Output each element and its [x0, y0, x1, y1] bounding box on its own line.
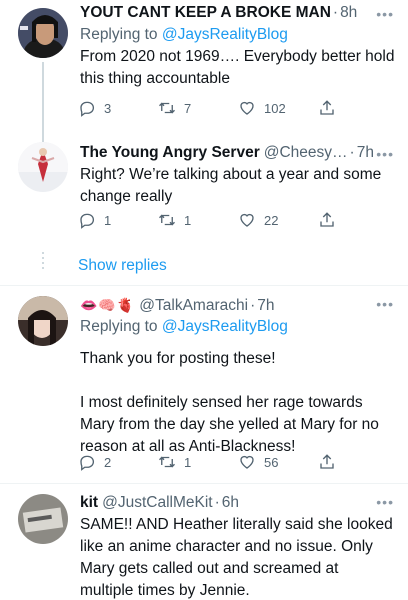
reply-button[interactable]: 3: [78, 98, 158, 118]
tweet-paragraph: I most definitely sensed her rage toward…: [80, 394, 379, 455]
tweet-text: Right? We’re talking about a year and so…: [80, 164, 396, 208]
tweet-paragraph: From 2020 not 1969…. Everybody better ho…: [80, 48, 395, 87]
tweet-header: 👄🧠🫀 @TalkAmarachi · 7h: [80, 294, 396, 316]
action-bar: 2 1 56: [78, 452, 348, 472]
reply-button[interactable]: 2: [78, 452, 158, 472]
retweet-icon: [159, 456, 175, 468]
retweet-count: 1: [184, 454, 192, 470]
tweet-header: kit @JustCallMeKit · 6h: [80, 492, 396, 514]
tweet-2[interactable]: The Young Angry Server @Cheesy… · 7h Rig…: [0, 140, 408, 280]
retweet-button[interactable]: 7: [158, 98, 238, 118]
thread-dots: [42, 252, 44, 272]
retweet-button[interactable]: 1: [158, 452, 238, 472]
tweet-text: Thank you for posting these! I most defi…: [80, 348, 396, 458]
author-name[interactable]: kit: [80, 492, 98, 514]
heart-icon: [240, 213, 254, 227]
share-button[interactable]: [318, 98, 348, 118]
thread-line: [42, 62, 44, 144]
action-bar: 3 7 102: [78, 98, 348, 118]
show-replies-link[interactable]: Show replies: [78, 255, 167, 277]
timestamp[interactable]: 6h: [222, 492, 239, 514]
action-bar: 1 1 22: [78, 210, 348, 230]
more-icon[interactable]: •••: [376, 6, 394, 22]
tweet-4[interactable]: kit @JustCallMeKit · 6h SAME!! AND Heath…: [0, 484, 408, 600]
like-count: 102: [264, 100, 286, 116]
author-name[interactable]: The Young Angry Server: [80, 142, 260, 164]
retweet-count: 1: [184, 212, 192, 228]
timestamp[interactable]: 7h: [357, 142, 374, 164]
author-handle[interactable]: @Cheesy…: [264, 142, 348, 164]
like-button[interactable]: 56: [238, 452, 318, 472]
share-icon: [320, 454, 334, 469]
timestamp[interactable]: 8h: [340, 2, 357, 24]
heart-icon: [240, 455, 254, 469]
replying-to-label: Replying to: [80, 318, 162, 335]
tweet-paragraph: SAME!! AND Heather literally said she lo…: [80, 516, 393, 599]
reply-icon: [80, 101, 95, 117]
author-name[interactable]: 👄🧠🫀: [80, 294, 135, 316]
more-icon[interactable]: •••: [376, 494, 394, 510]
tweet-3[interactable]: 👄🧠🫀 @TalkAmarachi · 7h Replying to @Jays…: [0, 286, 408, 481]
separator: ·: [214, 494, 220, 511]
share-icon: [320, 100, 334, 115]
like-count: 56: [264, 454, 279, 470]
reply-icon: [80, 213, 95, 229]
avatar[interactable]: [18, 142, 68, 192]
tweet-paragraph: Right? We’re talking about a year and so…: [80, 166, 382, 205]
heart-icon: [240, 101, 254, 115]
retweet-icon: [159, 102, 175, 114]
avatar[interactable]: [18, 494, 68, 544]
tweet-header: YOUT CANT KEEP A BROKE MAN · 8h: [80, 2, 396, 24]
tweet-paragraph: Thank you for posting these!: [80, 350, 276, 367]
replying-to: Replying to @JaysRealityBlog: [80, 316, 396, 338]
separator: ·: [349, 144, 355, 161]
reply-count: 1: [104, 212, 112, 228]
avatar[interactable]: [18, 8, 68, 58]
more-icon[interactable]: •••: [376, 146, 394, 162]
like-count: 22: [264, 212, 279, 228]
tweet-text: SAME!! AND Heather literally said she lo…: [80, 514, 396, 600]
replying-to-link[interactable]: @JaysRealityBlog: [162, 26, 288, 43]
tweet-text: From 2020 not 1969…. Everybody better ho…: [80, 46, 396, 90]
tweet-header: The Young Angry Server @Cheesy… · 7h: [80, 142, 396, 164]
like-button[interactable]: 102: [238, 98, 318, 118]
retweet-count: 7: [184, 100, 192, 116]
replying-to: Replying to @JaysRealityBlog: [80, 24, 396, 46]
retweet-button[interactable]: 1: [158, 210, 238, 230]
avatar[interactable]: [18, 296, 68, 346]
retweet-icon: [159, 214, 175, 226]
reply-count: 3: [104, 100, 112, 116]
author-handle[interactable]: @TalkAmarachi: [139, 295, 248, 316]
author-name[interactable]: YOUT CANT KEEP A BROKE MAN: [80, 2, 331, 24]
separator: ·: [250, 297, 256, 314]
like-button[interactable]: 22: [238, 210, 318, 230]
separator: ·: [332, 4, 339, 21]
reply-button[interactable]: 1: [78, 210, 158, 230]
reply-count: 2: [104, 454, 112, 470]
replying-to-link[interactable]: @JaysRealityBlog: [162, 318, 288, 335]
more-icon[interactable]: •••: [376, 296, 394, 312]
reply-icon: [80, 455, 95, 471]
replying-to-label: Replying to: [80, 26, 162, 43]
tweet-1[interactable]: YOUT CANT KEEP A BROKE MAN · 8h Replying…: [0, 0, 408, 150]
share-button[interactable]: [318, 452, 348, 472]
share-button[interactable]: [318, 210, 348, 230]
share-icon: [320, 212, 334, 227]
timestamp[interactable]: 7h: [257, 295, 274, 316]
author-handle[interactable]: @JustCallMeKit: [102, 492, 212, 514]
